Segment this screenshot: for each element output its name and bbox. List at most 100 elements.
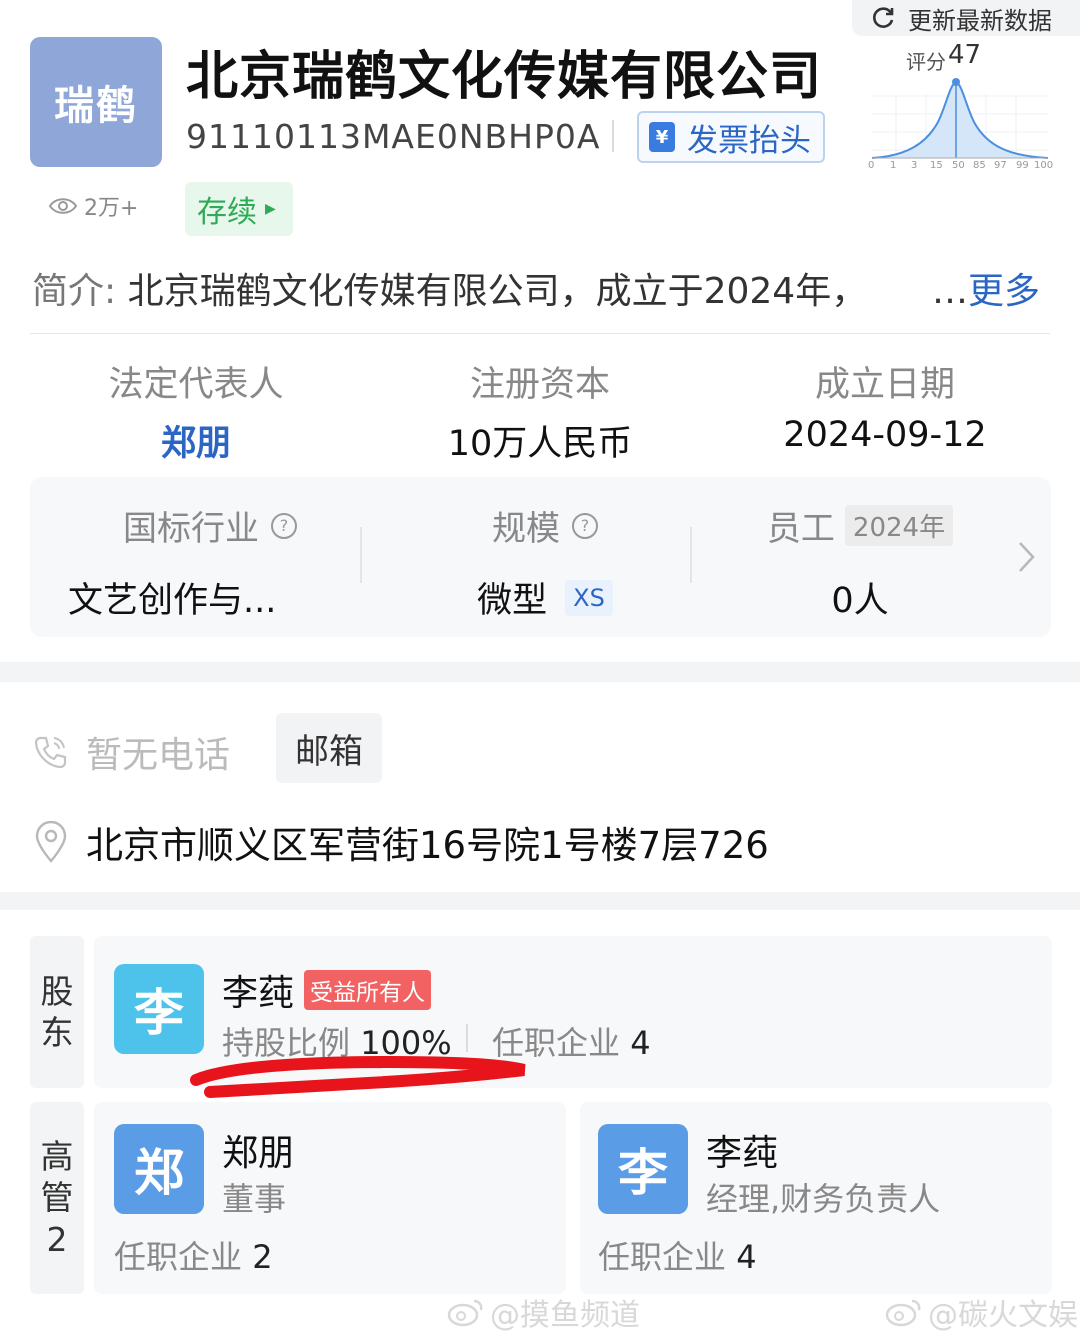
divider [466, 1024, 468, 1052]
help-icon[interactable]: ? [572, 512, 598, 539]
refresh-icon [873, 7, 894, 28]
shareholders-label: 股 东 [30, 936, 84, 1088]
executive-role: 董事 [222, 1180, 287, 1218]
executive-card[interactable]: 李 李莼 经理,财务负责人 任职企业 4 [580, 1102, 1052, 1294]
invoice-title-button[interactable]: ¥ 发票抬头 [637, 111, 825, 163]
score-tick: 85 [973, 160, 986, 171]
founding-date-key: 成立日期 [814, 365, 955, 405]
view-count: 2万+ [48, 190, 138, 222]
executives-count: 2 [46, 1219, 68, 1259]
status-badge[interactable]: 存续 ▶ [185, 182, 293, 236]
refresh-data-button[interactable]: 更新最新数据 [852, 0, 1080, 36]
positions-label: 任职企业 [114, 1238, 243, 1276]
scale-value: 微型 [477, 581, 548, 621]
location-pin-icon [35, 821, 67, 863]
executive-role: 经理,财务负责人 [706, 1180, 941, 1218]
legal-representative: 法定代表人 郑朋 [46, 356, 346, 466]
more-label: 更多 [968, 271, 1041, 312]
phone-text: 暂无电话 [86, 735, 231, 776]
founding-date: 成立日期 2024-09-12 [735, 356, 1035, 455]
score-tick: 15 [930, 160, 943, 171]
shareholders-label-line: 东 [40, 1013, 74, 1052]
intro-label: 简介: [32, 271, 117, 312]
avatar: 李 [114, 964, 204, 1054]
company-logo: 瑞鹤 [30, 37, 162, 167]
executives-label: 高 管 2 [30, 1102, 84, 1294]
view-count-value: 2万+ [84, 196, 139, 221]
weibo-icon [447, 1299, 483, 1327]
intro-more-link[interactable]: …更多 [932, 262, 1040, 314]
positions-value: 2 [252, 1238, 273, 1276]
score-tick: 97 [994, 160, 1007, 171]
phone-icon [34, 736, 67, 769]
score-tick: 1 [890, 160, 897, 171]
positions-value: 4 [736, 1238, 757, 1276]
watermark: @碳火文娱 [884, 1290, 1078, 1334]
chevron-right-icon[interactable] [1015, 537, 1039, 577]
section-separator [0, 662, 1080, 682]
intro-text: 北京瑞鹤文化传媒有限公司，成立于2024年， [127, 271, 868, 312]
status-label: 存续 [197, 195, 257, 230]
executive-positions: 任职企业 2 [114, 1232, 273, 1278]
score-tick: 100 [1034, 160, 1054, 171]
phone-row: 暂无电话 [30, 726, 230, 778]
staff-value: 0人 [831, 581, 889, 621]
capital-value: 10万人民币 [447, 424, 633, 464]
company-intro: 简介: 北京瑞鹤文化传媒有限公司，成立于2024年， [32, 262, 867, 314]
caret-right-icon: ▶ [265, 201, 276, 217]
capital-key: 注册资本 [469, 365, 610, 405]
help-icon[interactable]: ? [271, 512, 297, 539]
executives-label-line: 管 [40, 1178, 74, 1218]
watermark-text: @碳火文娱 [928, 1298, 1078, 1333]
executive-card[interactable]: 郑 郑朋 董事 任职企业 2 [94, 1102, 566, 1294]
score-axis-ticks: 0 1 3 15 50 85 97 99 100 [866, 160, 1056, 174]
positions-value: 4 [630, 1024, 651, 1062]
staff-item: 员工 2024年 0人 [720, 501, 1000, 623]
divider [30, 333, 1050, 334]
score-tick: 50 [952, 160, 965, 171]
score-tick: 99 [1016, 160, 1029, 171]
red-underline-annotation [190, 1055, 526, 1098]
refresh-label: 更新最新数据 [908, 6, 1052, 35]
legal-rep-key: 法定代表人 [108, 365, 284, 405]
watermark-text: @摸鱼频道 [490, 1298, 640, 1333]
staff-key: 员工 [766, 509, 835, 549]
executive-positions: 任职企业 4 [598, 1232, 757, 1278]
executive-name[interactable]: 李莼 [706, 1124, 778, 1176]
industry-value: 文艺创作与... [68, 581, 277, 621]
shareholder-name[interactable]: 李莼 [222, 964, 294, 1016]
founding-date-value: 2024-09-12 [783, 415, 987, 455]
invoice-icon: ¥ [649, 122, 675, 152]
staff-year-tag: 2024年 [844, 505, 954, 546]
eye-icon [48, 198, 78, 214]
beneficial-owner-tag: 受益所有人 [304, 970, 431, 1010]
legal-rep-link[interactable]: 郑朋 [46, 415, 346, 466]
score-chart[interactable]: 评分 47 0 1 3 15 50 85 97 99 100 [866, 40, 1056, 174]
invoice-label: 发票抬头 [687, 122, 811, 159]
industry-key: 国标行业 [123, 509, 259, 549]
avatar: 郑 [114, 1124, 204, 1214]
divider [360, 527, 362, 583]
address-text: 北京市顺义区军营街16号院1号楼7层726 [86, 824, 769, 867]
industry-item: 国标行业? 文艺创作与... [60, 501, 360, 623]
weibo-icon [885, 1299, 921, 1327]
section-separator [0, 892, 1080, 910]
score-tick: 0 [868, 160, 875, 171]
email-button[interactable]: 邮箱 [276, 713, 382, 783]
scale-tag: XS [565, 579, 613, 616]
industry-panel[interactable]: 国标行业? 文艺创作与... 规模? 微型 XS 员工 2024年 0人 [30, 477, 1051, 637]
ellipsis: … [932, 271, 968, 312]
score-distribution-curve [871, 78, 1049, 159]
scale-item: 规模? 微型 XS [395, 501, 695, 623]
credit-code[interactable]: 91110113MAE0NBHP0A [186, 117, 600, 156]
shareholders-label-line: 股 [40, 971, 74, 1011]
watermark: @摸鱼频道 [446, 1290, 640, 1334]
scale-key: 规模 [492, 509, 560, 549]
divider [690, 527, 692, 583]
company-name: 北京瑞鹤文化传媒有限公司 [186, 47, 823, 107]
positions-label: 任职企业 [598, 1238, 727, 1276]
executive-name[interactable]: 郑朋 [222, 1124, 294, 1176]
score-tick: 3 [911, 160, 918, 171]
divider [612, 120, 614, 152]
address-row[interactable]: 北京市顺义区军营街16号院1号楼7层726 [34, 815, 769, 869]
